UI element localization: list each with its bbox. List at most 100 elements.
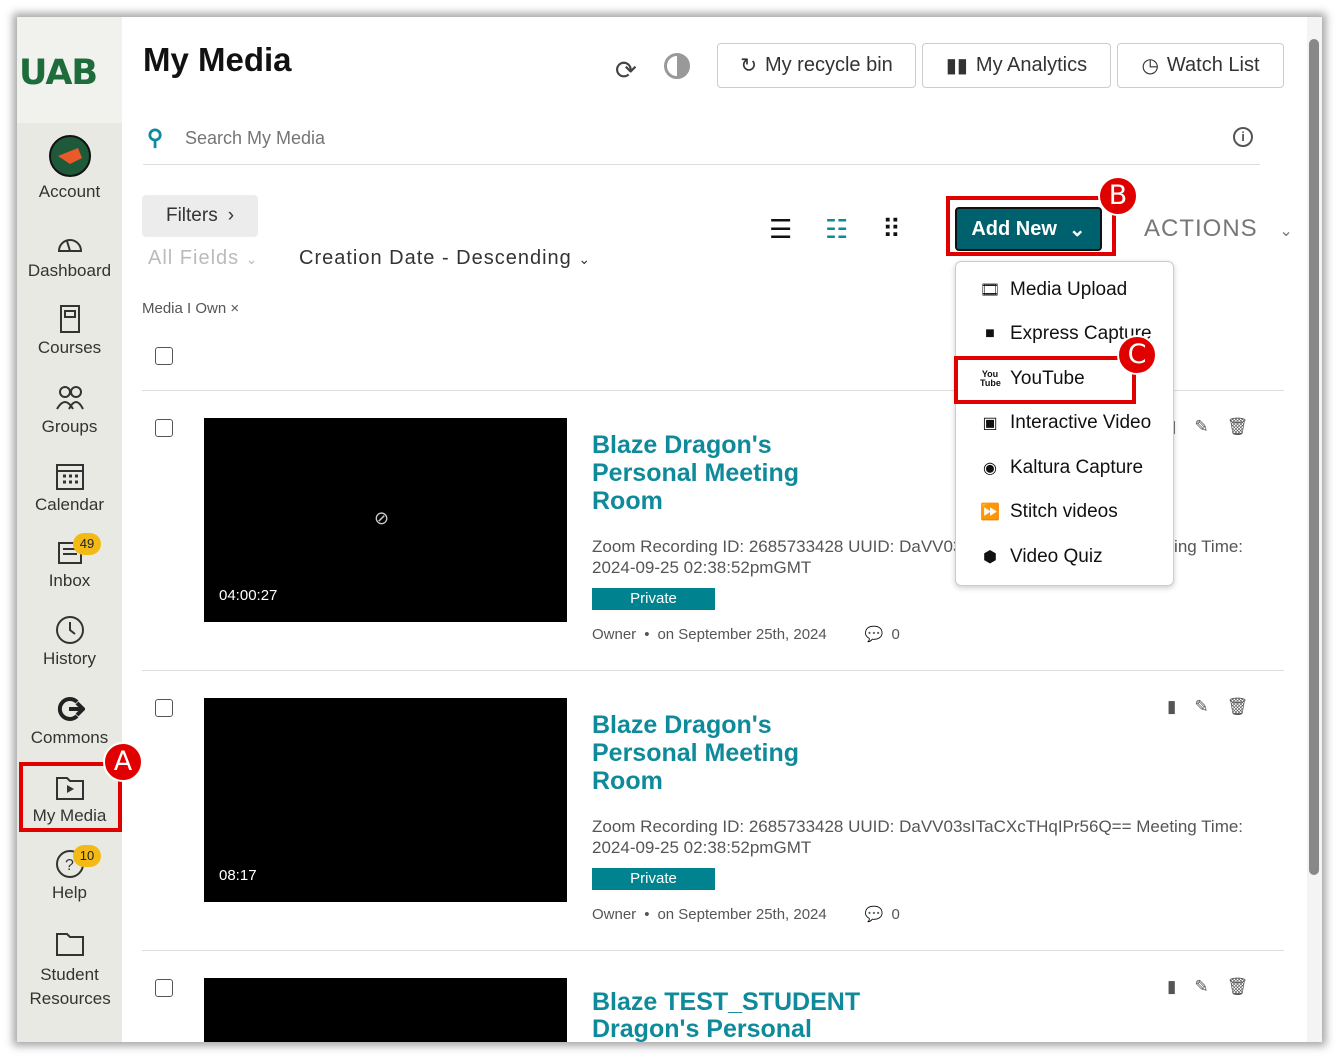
bar-chart-icon: ▮▮ xyxy=(945,55,968,77)
media-title-link[interactable]: Blaze TEST_STUDENT Dragon's Personal xyxy=(592,989,892,1043)
film-icon: 🎞 xyxy=(980,282,1001,299)
owner: Owner xyxy=(592,625,637,643)
media-title-link[interactable]: Blaze Dragon's Personal Meeting Room xyxy=(592,711,832,795)
fast-forward-icon: ⏩ xyxy=(980,504,1000,521)
info-icon[interactable]: i xyxy=(1233,127,1253,147)
item-actions: ▮ ✎ 🗑 xyxy=(1167,697,1248,717)
label: Stitch videos xyxy=(1010,501,1118,522)
annotation-marker-a: A xyxy=(103,742,143,782)
chevron-right-icon: › xyxy=(227,205,235,226)
trash-icon[interactable]: 🗑 xyxy=(1227,697,1249,717)
date: on September 25th, 2024 xyxy=(657,905,827,923)
pencil-icon[interactable]: ✎ xyxy=(1194,977,1208,997)
status-badge: Private xyxy=(592,588,715,610)
chevron-down-icon: ⌄ xyxy=(1279,223,1294,240)
undo-icon: ↻ xyxy=(740,55,757,77)
media-meta: Owner • on September 25th, 2024 💬 0 xyxy=(592,905,900,924)
sidebar-item-history[interactable]: History xyxy=(17,615,122,669)
label: Filters xyxy=(165,205,218,226)
select-all-checkbox[interactable] xyxy=(155,347,173,365)
fields-select[interactable]: All Fields ⌄ xyxy=(148,247,258,270)
label: Interactive Video xyxy=(1010,412,1152,433)
scrollbar-thumb[interactable] xyxy=(1309,39,1319,875)
item-checkbox[interactable] xyxy=(155,699,173,717)
filters-button[interactable]: Filters › xyxy=(142,195,258,237)
sort-select[interactable]: Creation Date - Descending ⌄ xyxy=(299,247,591,270)
refresh-icon[interactable]: ⟳ xyxy=(615,55,637,86)
sidebar-item-commons[interactable]: Commons xyxy=(17,694,122,748)
cube-icon: ⬢ xyxy=(983,549,997,566)
label: My Analytics xyxy=(975,54,1088,76)
label: Kaltura Capture xyxy=(1010,457,1144,478)
sidebar-item-groups[interactable]: Groups xyxy=(17,383,122,437)
item-checkbox[interactable] xyxy=(155,979,173,997)
sidebar-item-calendar[interactable]: Calendar xyxy=(17,461,122,515)
video-camera-icon: ■ xyxy=(985,325,995,342)
folder-icon xyxy=(55,933,84,956)
menu-item-interactive-video[interactable]: ▣ Interactive Video xyxy=(980,412,1151,434)
label: Account xyxy=(38,182,101,201)
chevron-down-icon: ⌄ xyxy=(578,251,592,267)
pencil-icon[interactable]: ✎ xyxy=(1194,417,1208,437)
menu-item-kaltura-capture[interactable]: ◉ Kaltura Capture xyxy=(980,457,1143,479)
menu-item-media-upload[interactable]: 🎞 Media Upload xyxy=(980,279,1127,301)
sidebar-item-inbox[interactable]: 49 Inbox xyxy=(17,533,122,591)
sidebar-item-courses[interactable]: Courses xyxy=(17,304,122,358)
search-input[interactable] xyxy=(185,125,1085,151)
search-bar: ⚲ i xyxy=(143,117,1260,165)
recycle-bin-button[interactable]: ↻ My recycle bin xyxy=(717,43,916,88)
filter-tag: Media I Own × xyxy=(142,300,239,317)
owner: Owner xyxy=(592,905,637,923)
media-thumbnail[interactable]: 08:17 xyxy=(204,698,567,902)
watch-list-button[interactable]: ◷ Watch List xyxy=(1117,43,1284,88)
duration: 08:17 xyxy=(219,867,257,884)
trash-icon[interactable]: 🗑 xyxy=(1227,417,1249,437)
label: Student Resources xyxy=(29,965,111,1008)
sidebar-item-help[interactable]: ? 10 Help xyxy=(17,845,122,903)
media-meta: Owner • on September 25th, 2024 💬 0 xyxy=(592,625,900,644)
annotation-box-c xyxy=(954,356,1136,404)
label: Video Quiz xyxy=(1010,546,1103,567)
label: Calendar xyxy=(35,495,104,514)
inbox-badge: 49 xyxy=(73,533,101,555)
list-view-icon[interactable]: ☰ xyxy=(769,216,803,242)
contrast-icon[interactable] xyxy=(664,53,690,79)
sidebar-item-dashboard[interactable]: Dashboard xyxy=(17,227,122,281)
media-description: Zoom Recording ID: 2685733428 UUID: DaVV… xyxy=(592,817,1244,857)
annotation-box-b xyxy=(946,196,1116,256)
analytics-icon[interactable]: ▮ xyxy=(1167,697,1176,717)
annotation-marker-b: B xyxy=(1098,176,1138,216)
sidebar-item-student-resources[interactable]: Student Resources xyxy=(17,929,122,1011)
comment-count: 0 xyxy=(891,905,900,923)
item-checkbox[interactable] xyxy=(155,419,173,437)
grid-view-icon[interactable]: ⠿ xyxy=(882,216,901,242)
add-new-menu: 🎞 Media Upload ■ Express Capture You Tube Yo… xyxy=(955,261,1174,586)
media-item: Blaze TEST_STUDENT Dragon's Personal ▮ ✎ 🗑 xyxy=(142,950,1284,1042)
trash-icon[interactable]: 🗑 xyxy=(1227,977,1249,997)
sidebar: UAB Account Dashboard Courses Groups Cal… xyxy=(17,17,122,1042)
dragon-avatar-icon xyxy=(48,135,91,177)
media-thumbnail[interactable]: ⊘ 04:00:27 xyxy=(204,418,567,622)
label: Groups xyxy=(41,417,98,436)
analytics-icon[interactable]: ▮ xyxy=(1167,977,1176,997)
annotation-marker-c: C xyxy=(1117,335,1157,375)
pencil-icon[interactable]: ✎ xyxy=(1194,697,1208,717)
actions-dropdown[interactable]: ACTIONS ⌄ xyxy=(1144,215,1294,243)
play-square-icon: ▣ xyxy=(982,415,998,432)
book-icon xyxy=(59,305,80,333)
sidebar-item-account[interactable]: Account xyxy=(17,134,122,202)
detailed-list-view-icon[interactable]: ☷ xyxy=(825,216,848,242)
logo-area: UAB xyxy=(17,17,122,123)
menu-item-stitch-videos[interactable]: ⏩ Stitch videos xyxy=(980,501,1118,523)
analytics-button[interactable]: ▮▮ My Analytics xyxy=(922,43,1111,88)
uab-logo: UAB xyxy=(19,53,98,93)
media-thumbnail[interactable] xyxy=(204,978,567,1042)
search-icon: ⚲ xyxy=(147,125,164,150)
comment-count: 0 xyxy=(891,625,900,643)
media-title-link[interactable]: Blaze Dragon's Personal Meeting Room xyxy=(592,431,832,515)
status-badge: Private xyxy=(592,868,715,890)
menu-item-video-quiz[interactable]: ⬢ Video Quiz xyxy=(980,546,1103,568)
groups-icon xyxy=(55,386,84,410)
label: Courses xyxy=(37,338,102,357)
close-icon[interactable]: × xyxy=(230,300,239,317)
